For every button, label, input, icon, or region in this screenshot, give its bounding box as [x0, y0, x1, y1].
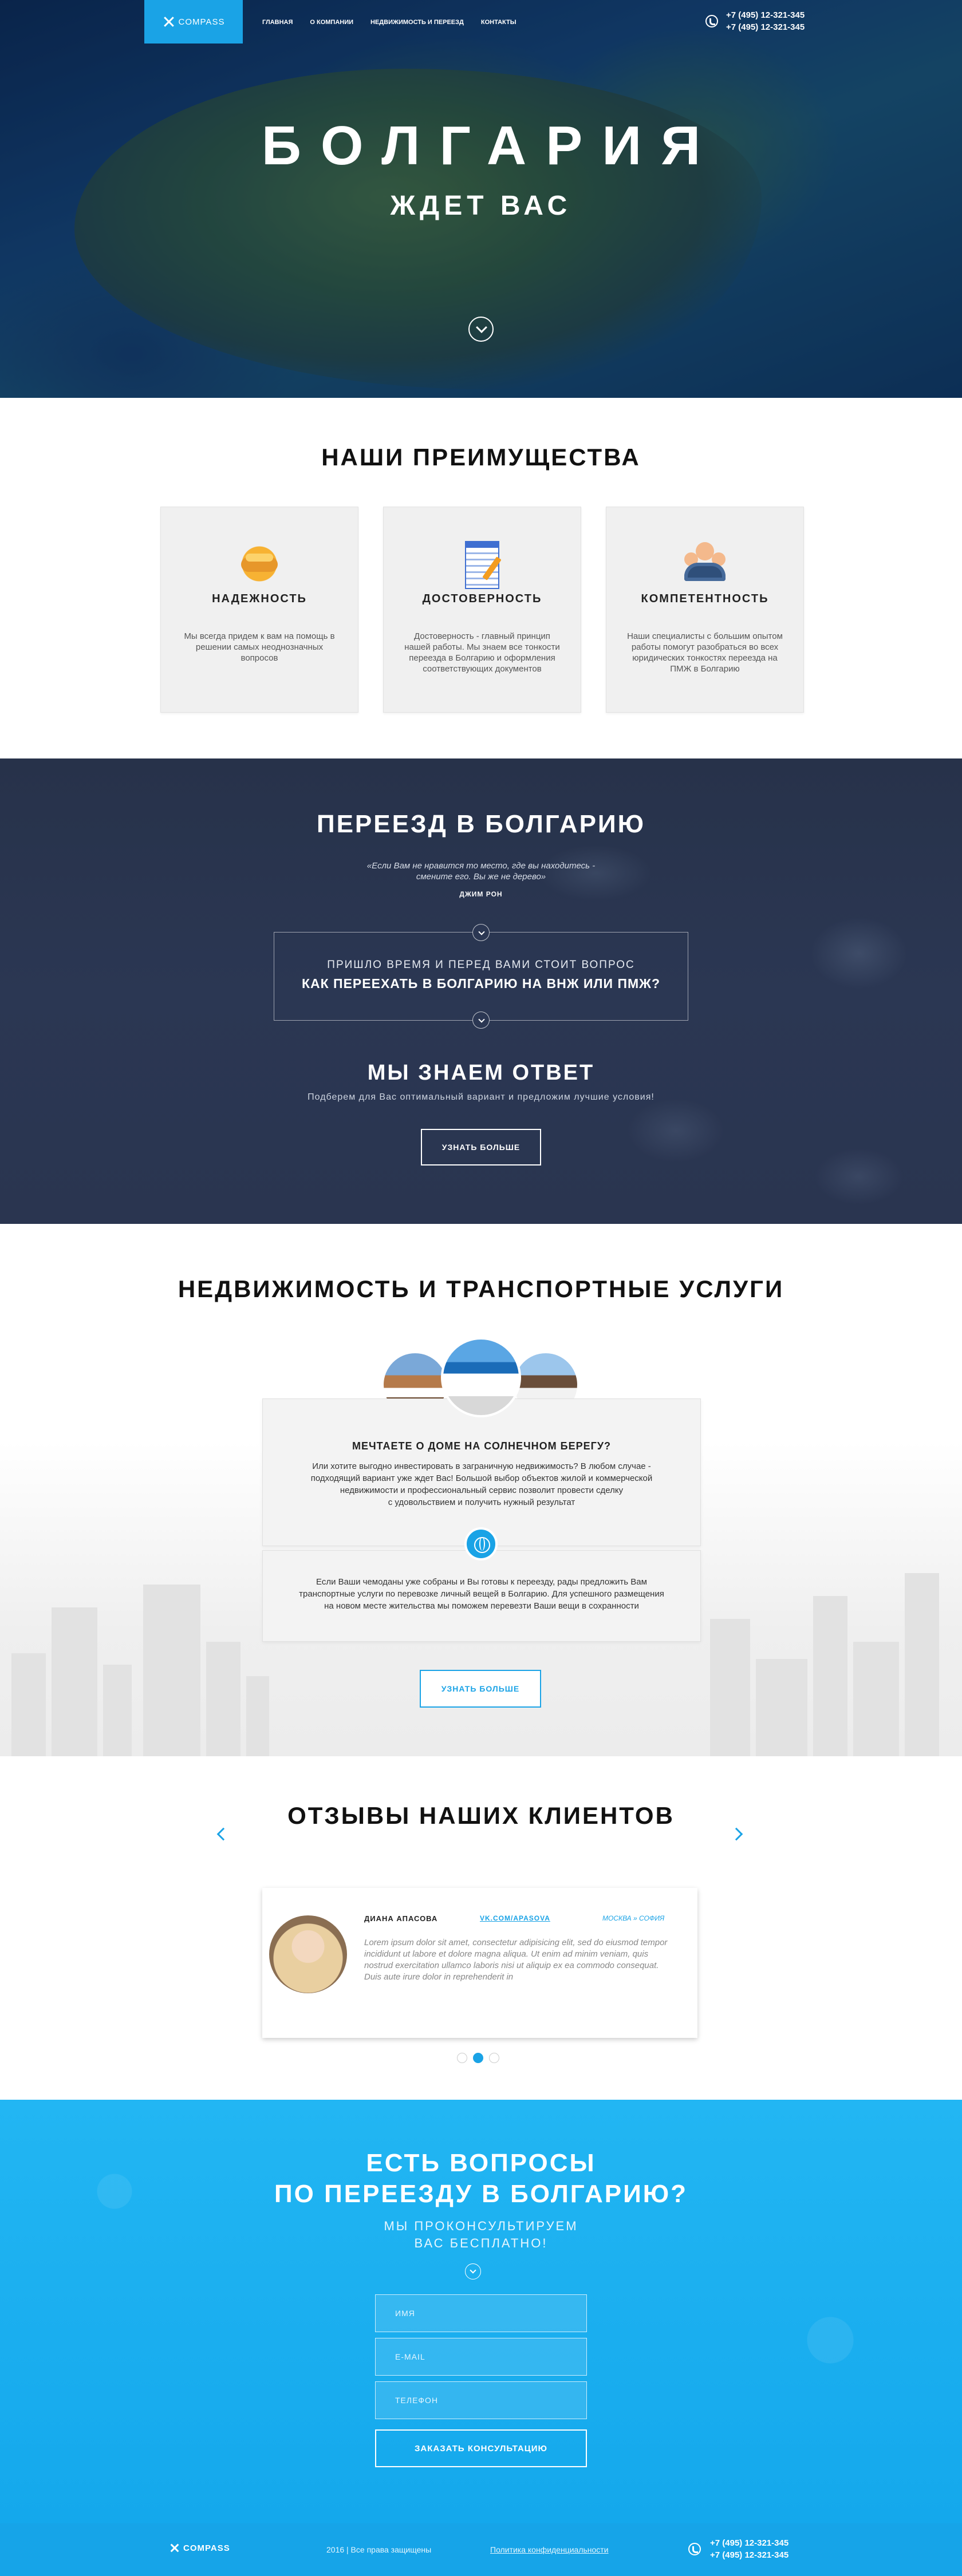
transport-card: Если Ваши чемоданы уже собраны и Вы гото… [262, 1550, 701, 1642]
section-title: ОТЗЫВЫ НАШИХ КЛИЕНТОВ [287, 1802, 675, 1829]
review-text: Lorem ipsum dolor sit amet, consectetur … [364, 1938, 668, 1982]
quote-author: ДЖИМ РОН [459, 890, 503, 898]
section-title: НАШИ ПРЕИМУЩЕСТВА [321, 444, 641, 471]
name-field[interactable] [375, 2294, 587, 2332]
services-section: НЕДВИЖИМОСТЬ И ТРАНСПОРТНЫЕ УСЛУГИ МЕЧТА… [0, 1224, 962, 1756]
phone-number[interactable]: +7 (495) 12-321-345 [726, 9, 805, 21]
relocate-section: ПЕРЕЕЗД В БОЛГАРИЮ «Если Вам не нравится… [0, 758, 962, 1224]
card-text: Или хотите выгодно инвестировать в загра… [310, 1461, 653, 1507]
team-icon [682, 539, 728, 584]
submit-button[interactable]: ЗАКАЗАТЬ КОНСУЛЬТАЦИЮ [375, 2429, 587, 2467]
chevron-down-icon [465, 2263, 481, 2279]
globe-icon [464, 1527, 498, 1560]
logo[interactable]: COMPASS [144, 0, 243, 44]
advantage-text: Достоверность - главный принцип нашей ра… [404, 631, 560, 674]
quote: «Если Вам не нравится то место, где вы н… [0, 860, 962, 882]
hero-section: COMPASS Главная О компании Недвижимость … [0, 0, 962, 398]
handshake-icon [236, 539, 282, 584]
chevron-down-icon [472, 1012, 490, 1029]
question-line: ПРИШЛО ВРЕМЯ И ПЕРЕД ВАМИ СТОИТ ВОПРОС [327, 959, 635, 971]
reviewer-link[interactable]: VK.COM/APASOVA [480, 1914, 550, 1922]
copyright: 2016 | Все права защищены [326, 2545, 432, 2554]
carousel-dot[interactable] [457, 2053, 467, 2063]
phone-number[interactable]: +7 (495) 12-321-345 [710, 2537, 788, 2549]
privacy-policy-link[interactable]: Политика конфиденциальности [490, 2545, 609, 2554]
realty-card: МЕЧТАЕТЕ О ДОМЕ НА СОЛНЕЧНОМ БЕРЕГУ? Или… [262, 1398, 701, 1546]
carousel-dot[interactable] [489, 2053, 499, 2063]
compass-icon [163, 15, 175, 28]
contact-section: ЕСТЬ ВОПРОСЫ ПО ПЕРЕЕЗДУ В БОЛГАРИЮ? МЫ … [0, 2100, 962, 2523]
question-line: КАК ПЕРЕЕХАТЬ В БОЛГАРИЮ НА ВНЖ ИЛИ ПМЖ? [301, 976, 661, 991]
title-line: ПО ПЕРЕЕЗДУ В БОЛГАРИЮ? [274, 2180, 688, 2208]
advantage-title: НАДЕЖНОСТЬ [212, 592, 307, 605]
section-title: ЕСТЬ ВОПРОСЫ ПО ПЕРЕЕЗДУ В БОЛГАРИЮ? [0, 2100, 962, 2210]
footer-logo[interactable]: COMPASS [169, 2543, 230, 2553]
logo-text: COMPASS [183, 2543, 230, 2553]
nav-item-home[interactable]: Главная [262, 19, 293, 26]
card-title: МЕЧТАЕТЕ О ДОМЕ НА СОЛНЕЧНОМ БЕРЕГУ? [352, 1440, 612, 1452]
phone-icon [705, 15, 718, 27]
nav-item-realty[interactable]: Недвижимость и переезд [370, 19, 464, 26]
advantage-card: КОМПЕТЕНТНОСТЬ Наши специалисты с больши… [606, 507, 804, 713]
main-nav: Главная О компании Недвижимость и переез… [262, 19, 517, 26]
learn-more-button[interactable]: УЗНАТЬ БОЛЬШЕ [421, 1129, 541, 1165]
header-phones: +7 (495) 12-321-345 +7 (495) 12-321-345 [705, 9, 805, 33]
phone-number[interactable]: +7 (495) 12-321-345 [710, 2549, 788, 2561]
scroll-down-icon[interactable] [468, 317, 494, 342]
advantage-card: НАДЕЖНОСТЬ Мы всегда придем к вам на пом… [160, 507, 358, 713]
nav-item-about[interactable]: О компании [310, 19, 353, 26]
reviewer-name: ДИАНА АПАСОВА [364, 1914, 438, 1923]
chevron-down-icon [472, 924, 490, 941]
chevron-right-icon[interactable] [730, 1827, 743, 1841]
section-title: ПЕРЕЕЗД В БОЛГАРИЮ [316, 810, 646, 838]
card-text: Если Ваши чемоданы уже собраны и Вы гото… [299, 1577, 664, 1611]
answer-title: МЫ ЗНАЕМ ОТВЕТ [367, 1061, 595, 1085]
question-box: ПРИШЛО ВРЕМЯ И ПЕРЕД ВАМИ СТОИТ ВОПРОС К… [274, 924, 688, 1029]
footer: COMPASS 2016 | Все права защищены Полити… [0, 2523, 962, 2576]
hero-subtitle: ЖДЕТ ВАС [390, 191, 572, 221]
phone-number[interactable]: +7 (495) 12-321-345 [726, 21, 805, 33]
advantages-section: НАШИ ПРЕИМУЩЕСТВА НАДЕЖНОСТЬ Мы всегда п… [0, 398, 962, 758]
advantage-title: ДОСТОВЕРНОСТЬ [422, 592, 542, 605]
carousel-dot[interactable] [473, 2053, 483, 2063]
chevron-left-icon[interactable] [216, 1827, 230, 1841]
compass-icon [169, 2543, 180, 2553]
navbar: COMPASS Главная О компании Недвижимость … [0, 0, 962, 44]
review-card: ДИАНА АПАСОВА VK.COM/APASOVA МОСКВА » СО… [262, 1888, 697, 2038]
section-title: НЕДВИЖИМОСТЬ И ТРАНСПОРТНЫЕ УСЛУГИ [178, 1275, 784, 1302]
phone-field[interactable] [375, 2381, 587, 2419]
property-photos [384, 1337, 578, 1417]
title-line: ЕСТЬ ВОПРОСЫ [366, 2149, 596, 2177]
hero-title: БОЛГАРИЯ [261, 115, 720, 176]
reviews-section: ОТЗЫВЫ НАШИХ КЛИЕНТОВ ДИАНА АПАСОВА VK.C… [0, 1756, 962, 2100]
advantage-card: ДОСТОВЕРНОСТЬ Достоверность - главный пр… [383, 507, 581, 713]
footer-phones: +7 (495) 12-321-345 +7 (495) 12-321-345 [688, 2537, 788, 2561]
reviewer-route: МОСКВА » СОФИЯ [602, 1914, 665, 1922]
quote-line: смените его. Вы же не дерево» [416, 872, 546, 882]
quote-line: «Если Вам не нравится то место, где вы н… [366, 861, 596, 871]
phone-icon [688, 2543, 701, 2555]
carousel-dots [457, 2053, 499, 2063]
avatar [269, 1915, 347, 1993]
email-field[interactable] [375, 2338, 587, 2376]
consultation-form: ЗАКАЗАТЬ КОНСУЛЬТАЦИЮ [375, 2294, 587, 2467]
answer-text: Подберем для Вас оптимальный вариант и п… [307, 1092, 655, 1102]
logo-text: COMPASS [178, 17, 225, 27]
learn-more-button[interactable]: УЗНАТЬ БОЛЬШЕ [420, 1670, 541, 1708]
advantage-text: Мы всегда придем к вам на помощь в решен… [184, 631, 335, 663]
document-icon [459, 539, 505, 589]
advantage-title: КОМПЕТЕНТНОСТЬ [641, 592, 769, 605]
property-photo [441, 1337, 521, 1417]
nav-item-contacts[interactable]: Контакты [481, 19, 517, 26]
contact-subtitle: МЫ ПРОКОНСУЛЬТИРУЕМ ВАС БЕСПЛАТНО! [384, 2219, 578, 2250]
advantage-text: Наши специалисты с большим опытом работы… [627, 631, 783, 674]
